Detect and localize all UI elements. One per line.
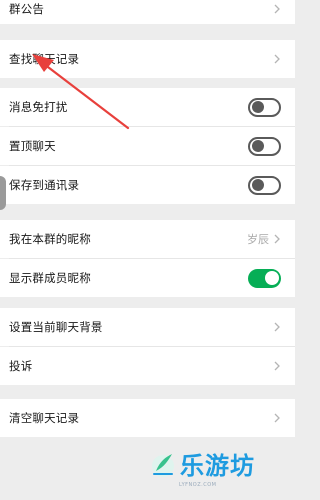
pin-chat-row[interactable]: 置顶聊天 [0,127,295,165]
save-to-contacts-toggle[interactable] [248,175,281,195]
chevron-right-icon [273,233,281,245]
chevron-right-icon [273,53,281,65]
show-member-nicknames-toggle[interactable] [248,268,281,288]
row-label: 群公告 [9,2,45,16]
chat-background-row[interactable]: 设置当前聊天背景 [0,308,295,346]
row-label: 我在本群的昵称 [9,232,91,246]
toggle-knob [251,101,264,113]
row-label: 消息免打扰 [9,100,68,114]
watermark-logo: 乐游坊 LYFNOZ.COM [150,446,255,488]
complaint-row[interactable]: 投诉 [0,347,295,385]
show-member-nicknames-row[interactable]: 显示群成员昵称 [0,259,295,297]
group-notice-row[interactable]: 群公告 [0,0,295,24]
row-label: 保存到通讯录 [9,178,80,192]
save-to-contacts-row[interactable]: 保存到通讯录 [0,166,295,204]
row-label: 置顶聊天 [9,139,56,153]
chevron-right-icon [273,360,281,372]
row-label: 清空聊天记录 [9,411,80,425]
row-label: 设置当前聊天背景 [9,320,103,334]
chevron-right-icon [273,3,281,15]
search-chat-history-row[interactable]: 查找聊天记录 [0,40,295,78]
my-group-nickname-row[interactable]: 我在本群的昵称 岁辰 [0,220,295,258]
toggle-knob [251,140,264,152]
watermark-url: LYFNOZ.COM [179,482,217,488]
mute-notifications-row[interactable]: 消息免打扰 [0,88,295,126]
mute-notifications-toggle[interactable] [248,97,281,117]
toggle-knob [264,271,279,285]
watermark-text: 乐游坊 [180,452,255,480]
watermark-mark-icon [152,453,174,477]
edge-handle[interactable] [0,176,6,210]
clear-chat-history-row[interactable]: 清空聊天记录 [0,399,295,437]
chevron-right-icon [273,321,281,333]
row-label: 投诉 [9,359,33,373]
toggle-knob [251,179,264,191]
chevron-right-icon [273,412,281,424]
row-label: 显示群成员昵称 [9,271,91,285]
nickname-value: 岁辰 [247,233,269,246]
row-label: 查找聊天记录 [9,52,80,66]
pin-chat-toggle[interactable] [248,136,281,156]
